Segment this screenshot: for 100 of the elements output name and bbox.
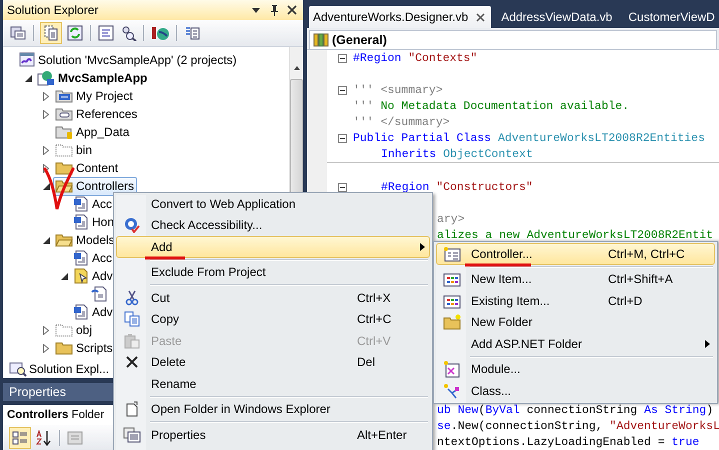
accessibility-check-icon — [124, 217, 140, 234]
collapsed-arrow-icon[interactable] — [43, 164, 49, 172]
references-icon — [55, 106, 73, 122]
document-icon — [125, 401, 139, 418]
grid-item-icon — [443, 271, 461, 288]
vb-file-icon — [73, 214, 89, 230]
properties-icon[interactable] — [9, 25, 27, 41]
collapse-icon[interactable] — [338, 182, 346, 192]
document-tab[interactable]: AdventureWorks.Designer.vb — [309, 6, 492, 28]
folder-icon — [55, 232, 73, 248]
menu-item[interactable]: Properties Alt+Enter — [116, 424, 430, 446]
delete-x-icon — [125, 355, 139, 370]
menu-item[interactable]: New Item... Ctrl+Shift+A — [436, 268, 715, 290]
view-code-icon[interactable] — [97, 25, 115, 41]
menu-item[interactable]: Copy Ctrl+C — [116, 308, 430, 330]
dotted-folder-icon — [55, 322, 73, 338]
model-file-icon — [73, 268, 89, 284]
dropdown-icon[interactable] — [251, 6, 261, 14]
collapsed-arrow-icon[interactable] — [43, 326, 49, 334]
code-line: #Region "Constructors" — [380, 180, 533, 194]
new-folder-icon — [443, 314, 461, 330]
tree-item[interactable]: References — [53, 104, 140, 124]
solution-icon — [19, 52, 35, 68]
close-icon[interactable] — [476, 12, 486, 22]
folder-icon — [55, 340, 73, 356]
property-pages-icon[interactable] — [66, 430, 84, 446]
code-line: ''' </summary> — [353, 116, 450, 128]
expanded-arrow-icon[interactable] — [60, 272, 68, 280]
refresh-icon[interactable] — [66, 25, 84, 41]
tree-item[interactable]: Adv — [71, 302, 116, 322]
code-line: ub New(ByVal connectionString As String) — [437, 404, 714, 416]
sort-alphabetical-icon[interactable] — [35, 430, 53, 446]
categorized-button[interactable] — [9, 426, 31, 448]
vb-file-icon — [73, 250, 89, 266]
menu-item[interactable]: Existing Item... Ctrl+D — [436, 290, 715, 312]
copy-icon — [124, 311, 140, 328]
document-tab[interactable]: AddressViewData.vb — [497, 6, 618, 28]
code-line: alizes a new AdventureWorksLT2008R2Entit — [437, 228, 714, 242]
menu-item[interactable]: Check Accessibility... — [116, 214, 430, 236]
project-properties-icon — [55, 88, 73, 104]
code-line: ntextOptions.LazyLoadingEnabled = true — [437, 436, 700, 448]
pin-icon[interactable] — [269, 4, 279, 16]
tree-item[interactable]: Acc — [71, 248, 116, 268]
books-icon — [313, 33, 329, 47]
expanded-arrow-icon[interactable] — [42, 236, 50, 244]
menu-item[interactable]: Add — [116, 236, 430, 258]
search-tree-icon — [9, 360, 27, 376]
member-dropdown[interactable]: (General) — [309, 30, 717, 50]
collapsed-arrow-icon[interactable] — [43, 146, 49, 154]
tree-item[interactable]: Scripts — [53, 338, 116, 358]
tree-item[interactable]: bin — [53, 140, 96, 160]
menu-item[interactable]: Delete Del — [116, 352, 430, 373]
code-line: ary> — [437, 212, 465, 226]
menu-item[interactable]: Open Folder in Windows Explorer — [116, 398, 430, 420]
paste-icon — [124, 332, 140, 349]
expanded-arrow-icon[interactable] — [24, 74, 32, 82]
vb-file-icon — [73, 304, 89, 320]
tree-item[interactable]: App_Data — [53, 122, 132, 142]
expanded-arrow-icon[interactable] — [42, 182, 50, 190]
code-line: Public Partial Class AdventureWorksLT2008R2Entities — [353, 132, 705, 144]
tree-item[interactable]: Solution 'MvcSampleApp' (2 projects) — [17, 50, 240, 70]
menu-item[interactable]: New Folder — [436, 312, 715, 333]
document-tab[interactable]: CustomerViewD — [624, 6, 719, 28]
menu-item[interactable]: Convert to Web Application — [116, 193, 430, 214]
grid-item-icon — [443, 292, 461, 309]
generated-file-icon — [91, 286, 107, 302]
vb-file-icon — [73, 196, 89, 212]
collapsed-arrow-icon[interactable] — [43, 92, 49, 100]
code-line: se.New(connectionString, "AdventureWorksL — [437, 420, 719, 432]
tree-item[interactable]: Content — [53, 158, 122, 178]
menu-item[interactable]: Class... — [436, 380, 715, 402]
project-globe-icon — [37, 70, 55, 86]
files-icon — [43, 25, 59, 41]
tree-item[interactable]: Models — [53, 230, 118, 250]
properties-icon — [123, 426, 141, 443]
show-all-files-button[interactable] — [40, 22, 62, 44]
panel-title: Solution Explorer — [7, 3, 100, 17]
categorized-icon — [12, 430, 28, 446]
collapse-icon[interactable] — [338, 54, 346, 62]
tree-item[interactable]: My Project — [53, 86, 136, 106]
menu-item[interactable]: Module... — [436, 358, 715, 380]
compare-icon[interactable] — [183, 25, 201, 41]
data-folder-icon — [55, 124, 73, 140]
tree-item[interactable]: obj — [53, 320, 96, 340]
tree-item[interactable]: Hon — [71, 212, 118, 232]
tree-item[interactable]: Acc — [71, 194, 116, 214]
menu-item[interactable]: Cut Ctrl+X — [116, 287, 430, 308]
class-icon — [443, 382, 461, 399]
menu-item[interactable]: Controller... Ctrl+M, Ctrl+C — [436, 243, 715, 264]
globe-tool-icon[interactable] — [150, 25, 170, 41]
tree-item[interactable]: MvcSampleApp — [35, 68, 150, 88]
collapse-icon[interactable] — [338, 86, 346, 94]
menu-item[interactable]: Exclude From Project — [116, 262, 430, 283]
collapsed-arrow-icon[interactable] — [43, 344, 49, 352]
menu-item[interactable]: Add ASP.NET Folder — [436, 333, 715, 354]
collapsed-arrow-icon[interactable] — [43, 110, 49, 118]
collapse-icon[interactable] — [338, 134, 346, 142]
tree-item[interactable]: Controllers — [53, 176, 138, 196]
tree-item[interactable]: Adv — [71, 266, 116, 286]
close-icon[interactable] — [287, 5, 297, 15]
